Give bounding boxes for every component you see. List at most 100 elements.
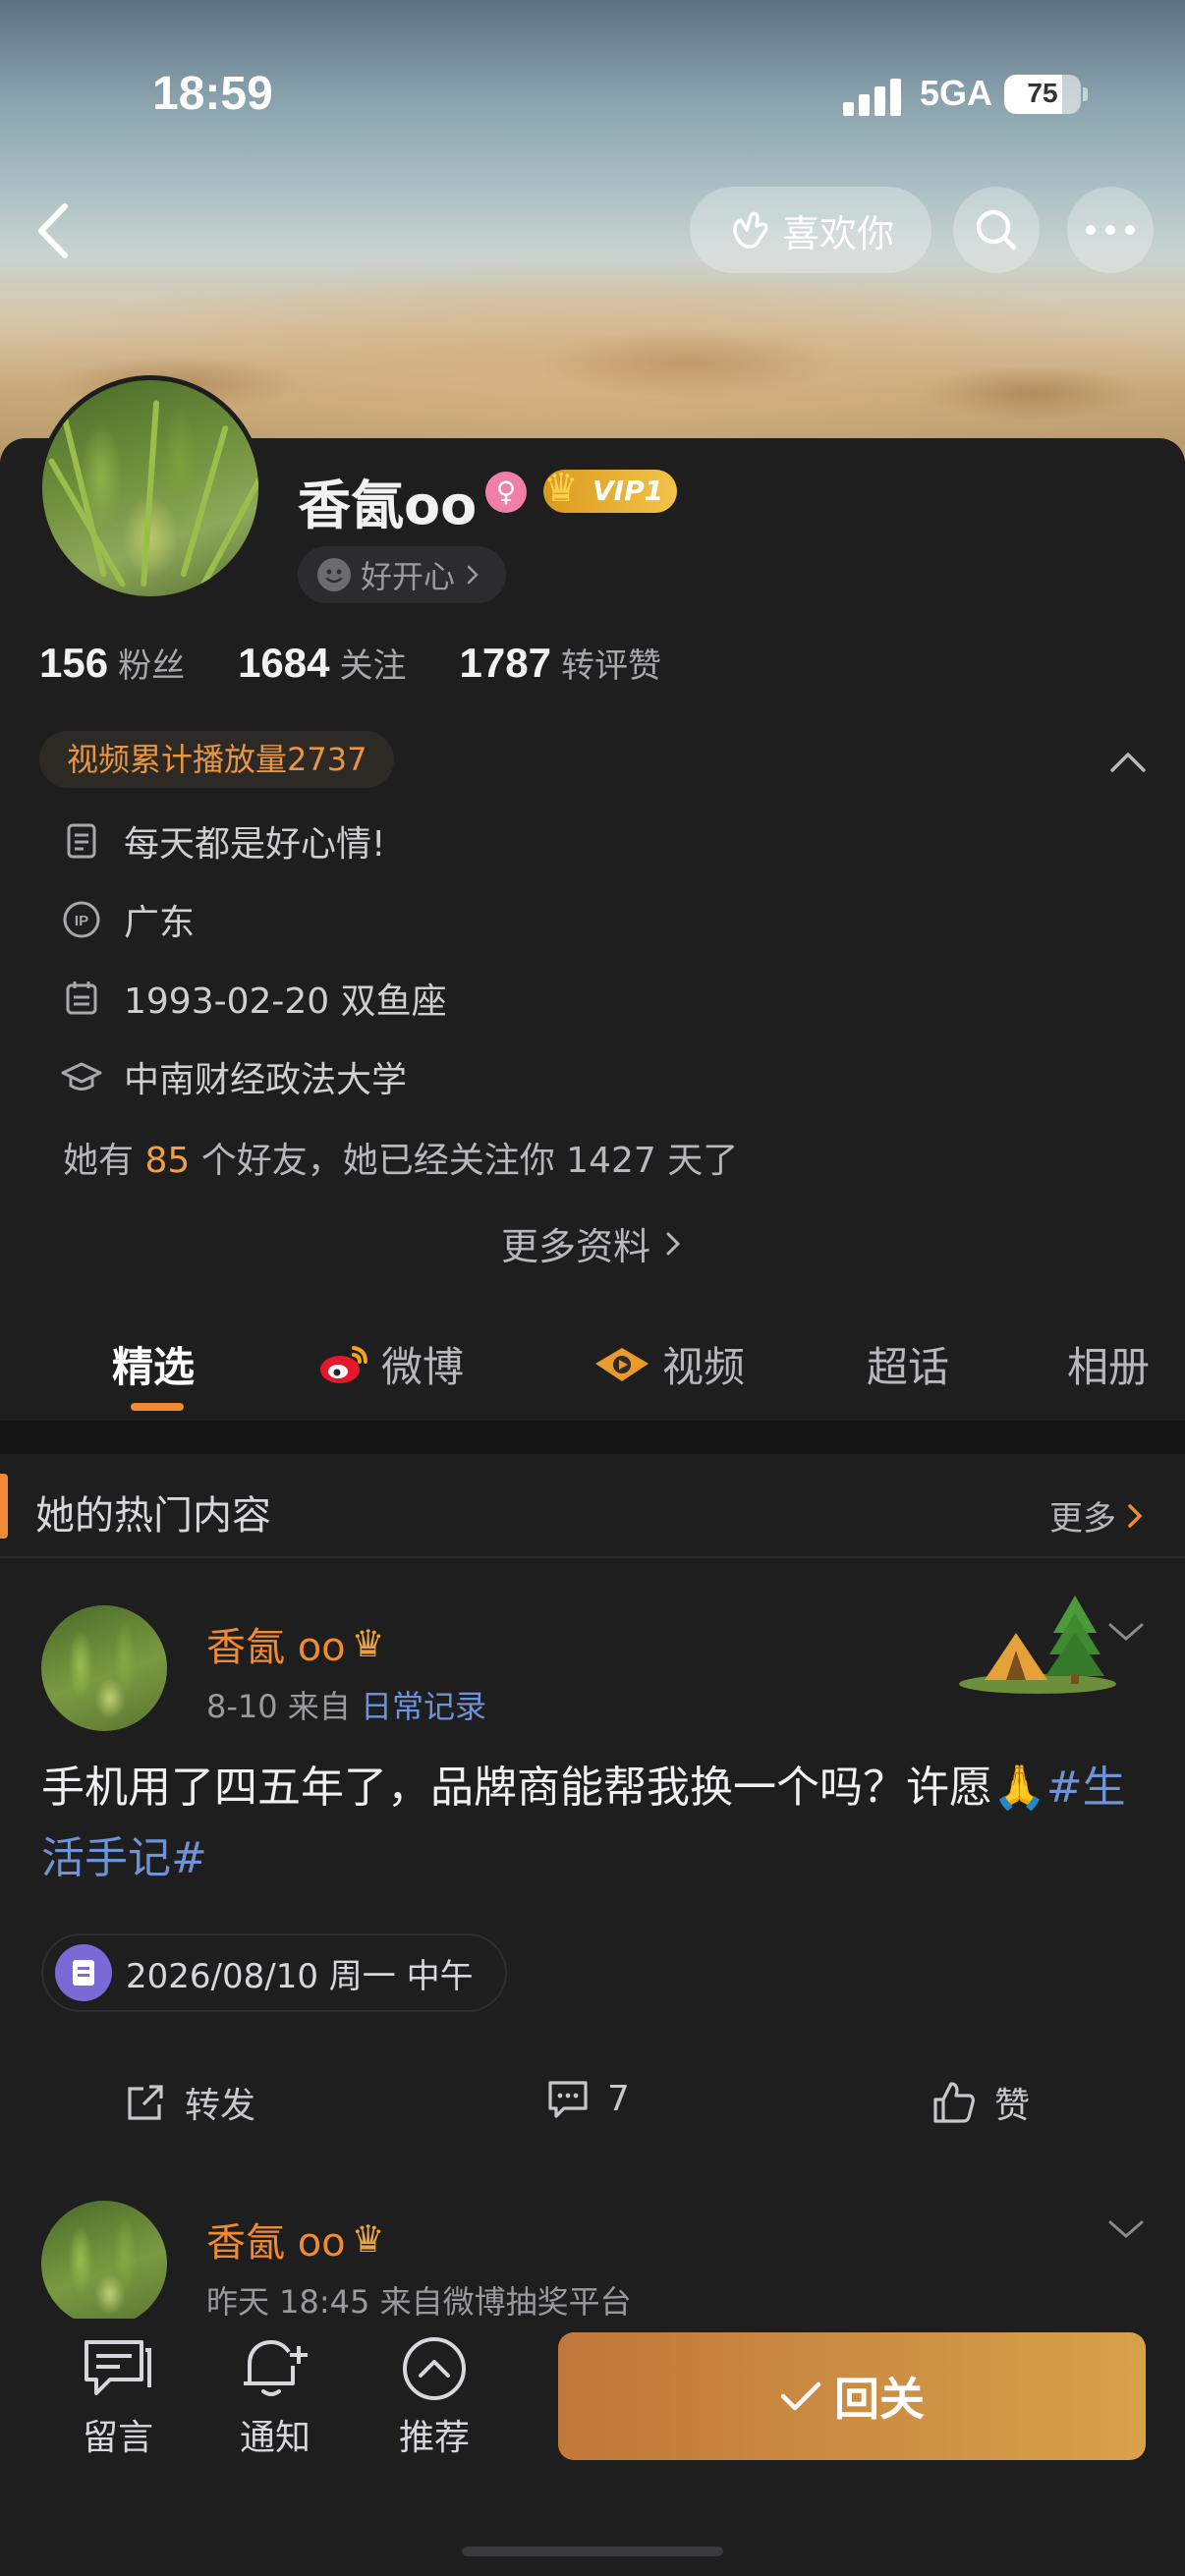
info-birthday-row: 1993-02-20 双鱼座: [61, 973, 447, 1024]
message-button[interactable]: 留言: [59, 2336, 177, 2460]
chevron-right-icon: [1128, 1503, 1143, 1528]
info-bio: 每天都是好心情!: [124, 824, 386, 865]
network-type: 5GA: [920, 73, 993, 113]
message-label: 留言: [82, 2418, 153, 2458]
more-options-button[interactable]: [1067, 187, 1154, 273]
info-ip-row: IP 广东: [61, 894, 195, 945]
mood-label: 好开心: [361, 558, 456, 595]
hand-heart-icon: [733, 211, 768, 249]
graduation-cap-icon: [61, 1062, 102, 1091]
post-menu-button[interactable]: [1106, 1619, 1146, 1645]
battery-percent: 75: [1027, 78, 1058, 108]
stat-label: 粉丝: [118, 646, 186, 686]
arrow-up-circle-icon: [403, 2337, 466, 2400]
thumbs-up-icon: [933, 2082, 975, 2123]
status-time: 18:59: [152, 68, 273, 120]
info-ip: 广东: [124, 903, 196, 943]
post-author-avatar[interactable]: [41, 2201, 167, 2326]
female-icon: ♀: [485, 472, 527, 513]
follow-back-button[interactable]: 回关: [558, 2332, 1146, 2460]
stat-label: 转评赞: [560, 646, 661, 686]
stat-value: 1787: [459, 640, 551, 686]
post-meta: 8-10 来自 日常记录: [206, 1682, 486, 1727]
notify-button[interactable]: 通知: [216, 2336, 334, 2460]
post-text: 手机用了四五年了，品牌商能帮我换一个吗？许愿🙏#生活手记#: [41, 1753, 1152, 1894]
tab-label: 超话: [867, 1343, 950, 1391]
tab-label: 相册: [1067, 1343, 1151, 1391]
mood-status-button[interactable]: 好开心: [298, 546, 507, 603]
crown-icon: ♛: [543, 466, 579, 511]
collapse-button[interactable]: [1108, 747, 1148, 776]
hot-accent-bar: [0, 1474, 8, 1539]
more-info-link[interactable]: 更多资料: [0, 1216, 1185, 1270]
stat-fans[interactable]: 156 粉丝: [39, 639, 185, 687]
post-author-name[interactable]: 香氤 oo ♛: [206, 2211, 385, 2268]
more-dots-icon: [1086, 225, 1135, 235]
tab-super-topic[interactable]: 超话: [867, 1334, 949, 1394]
like-you-label: 喜欢你: [781, 211, 894, 255]
battery-icon: 75: [1004, 75, 1081, 114]
tab-album[interactable]: 相册: [1067, 1334, 1150, 1394]
smiley-icon: [317, 558, 351, 591]
chevron-down-icon: [1108, 1623, 1144, 1641]
repost-label: 转发: [185, 2086, 256, 2126]
post-author-label: 香氤 oo: [206, 2220, 346, 2266]
post-author-avatar[interactable]: [41, 1605, 167, 1731]
search-icon: [976, 209, 1017, 251]
share-icon: [128, 2085, 163, 2120]
like-label: 赞: [994, 2086, 1031, 2126]
like-you-button[interactable]: 喜欢你: [690, 187, 931, 273]
profile-avatar[interactable]: [37, 375, 263, 601]
profile-stats: 156 粉丝 1684 关注 1787 转评赞: [39, 639, 661, 687]
post-source-link[interactable]: 日常记录: [361, 1688, 486, 1725]
document-icon: [67, 823, 96, 859]
notify-label: 通知: [239, 2418, 310, 2458]
hot-more-link[interactable]: 更多: [1049, 1491, 1144, 1540]
post-author-name[interactable]: 香氤 oo ♛: [206, 1615, 385, 1672]
calendar-icon: [66, 981, 97, 1015]
comment-button[interactable]: 7: [546, 2077, 630, 2120]
chevron-left-icon: [38, 203, 68, 258]
post-author-label: 香氤 oo: [206, 1625, 346, 1670]
signal-icon: [843, 79, 902, 116]
post-actions: 转发 7 赞: [0, 2067, 1185, 2136]
more-info-label: 更多资料: [500, 1225, 650, 1268]
chevron-right-icon: [467, 565, 479, 585]
recommend-button[interactable]: 推荐: [375, 2336, 493, 2460]
back-button[interactable]: [29, 196, 79, 265]
post-menu-button[interactable]: [1106, 2216, 1146, 2242]
hot-content-title: 她的热门内容: [35, 1493, 271, 1539]
date-card[interactable]: 2026/08/10 周一 中午: [41, 1933, 507, 2012]
info-school-row: 中南财经政法大学: [61, 1051, 407, 1102]
stat-value: 1684: [238, 640, 330, 686]
like-button[interactable]: 赞: [931, 2077, 1030, 2128]
info-birthday: 1993-02-20 双鱼座: [124, 981, 447, 1022]
friends-prefix: 她有: [63, 1141, 135, 1181]
crown-icon: ♛: [351, 2217, 385, 2261]
tab-video[interactable]: 视频: [592, 1334, 745, 1394]
follow-back-label: 回关: [834, 2373, 925, 2426]
search-button[interactable]: [953, 187, 1040, 273]
repost-button[interactable]: 转发: [124, 2077, 255, 2128]
status-bar: 18:59 5GA 75: [0, 0, 1185, 187]
weibo-logo-icon: [320, 1345, 367, 1383]
section-divider: [0, 1421, 1185, 1454]
chevron-down-icon: [1108, 2220, 1144, 2238]
recommend-label: 推荐: [398, 2418, 470, 2458]
video-plays-badge[interactable]: 视频累计播放量2737: [39, 731, 395, 788]
tab-label: 微博: [381, 1343, 465, 1391]
bell-plus-icon: [244, 2339, 308, 2396]
home-indicator: [462, 2547, 723, 2556]
comment-count: 7: [607, 2078, 630, 2119]
stat-label: 关注: [339, 646, 407, 686]
comment-icon: [548, 2081, 588, 2118]
video-badge-icon: [595, 1347, 649, 1381]
friends-suffix: 个好友，她已经关注你 1427 天了: [200, 1141, 739, 1181]
info-bio-row: 每天都是好心情!: [61, 815, 385, 867]
camping-sticker: [955, 1590, 1120, 1696]
friends-count[interactable]: 85: [144, 1141, 190, 1181]
stat-following[interactable]: 1684 关注: [238, 639, 406, 687]
tab-featured[interactable]: 精选: [112, 1334, 195, 1394]
tab-weibo[interactable]: 微博: [316, 1334, 464, 1394]
stat-interactions[interactable]: 1787 转评赞: [460, 639, 661, 687]
